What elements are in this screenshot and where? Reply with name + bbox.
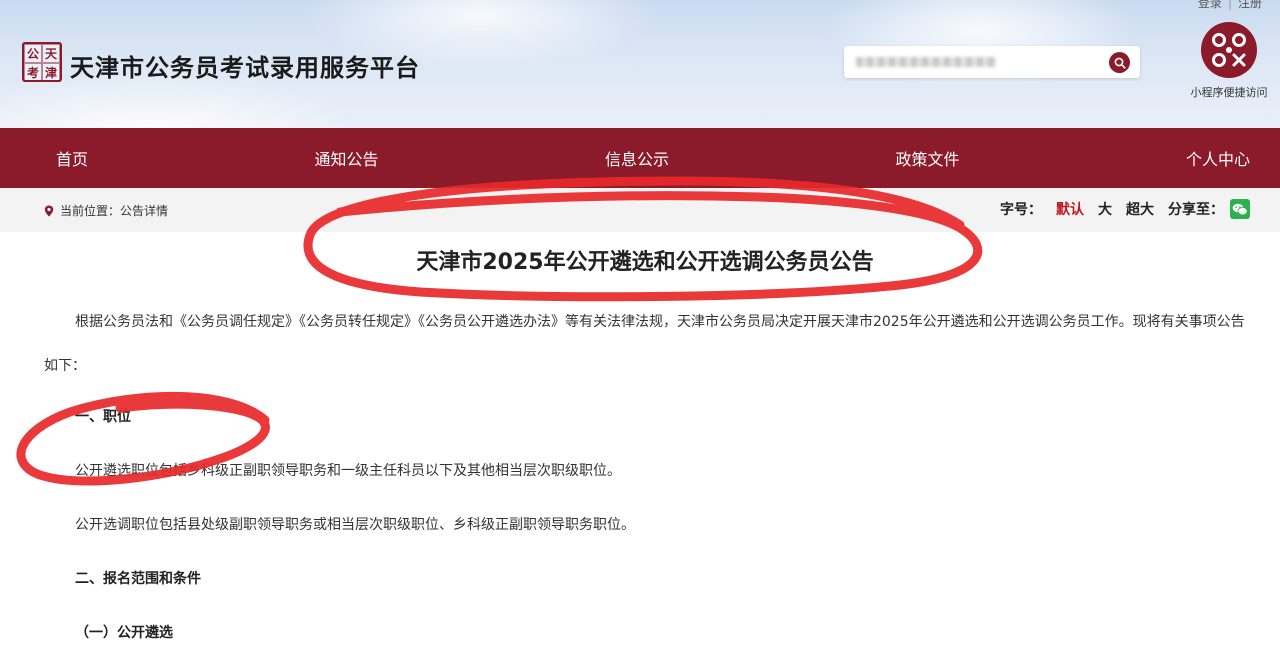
article-tools: 字号： 默认 大 超大 分享至： xyxy=(1000,199,1250,219)
mini-program-icon xyxy=(1201,22,1257,78)
site-logo[interactable]: 公 天 考 津 xyxy=(22,42,62,82)
section-heading: 二、报名范围和条件 xyxy=(75,571,201,587)
location-pin-icon xyxy=(44,205,54,216)
search-button[interactable] xyxy=(1109,52,1130,73)
subsection-heading: （一）公开遴选 xyxy=(75,625,173,641)
nav-item-notices[interactable]: 通知公告 xyxy=(314,146,378,170)
nav-item-personal-center[interactable]: 个人中心 xyxy=(1186,146,1250,170)
login-link[interactable]: 登录 xyxy=(1198,0,1222,10)
main-nav: 首页 通知公告 信息公示 政策文件 个人中心 xyxy=(0,128,1280,188)
font-size-label: 字号： xyxy=(1000,202,1042,218)
search-icon xyxy=(1114,57,1126,69)
nav-item-policy[interactable]: 政策文件 xyxy=(895,146,959,170)
logo-char: 考 xyxy=(24,63,42,82)
font-size-default-button[interactable]: 默认 xyxy=(1056,199,1084,219)
breadcrumb-text: 当前位置：公告详情 xyxy=(60,204,169,218)
nav-item-publicity[interactable]: 信息公示 xyxy=(605,146,669,170)
font-size-xlarge-button[interactable]: 超大 xyxy=(1126,199,1154,219)
logo-char: 天 xyxy=(42,44,60,63)
mini-program-label: 小程序便捷访问 xyxy=(1190,86,1268,99)
article-intro: 根据公务员法和《公务员调任规定》《公务员转任规定》《公务员公开遴选办法》等有关法… xyxy=(44,314,1245,374)
logo-char: 津 xyxy=(42,63,60,82)
search-redacted-text xyxy=(856,57,996,67)
breadcrumb: 当前位置：公告详情 xyxy=(44,202,168,219)
site-title[interactable]: 天津市公务员考试录用服务平台 xyxy=(70,48,420,83)
article-paragraph: 公开遴选职位包括乡科级正副职领导职务和一级主任科员以下及其他相当层次职级职位。 xyxy=(75,463,621,479)
breadcrumb-bar: 当前位置：公告详情 字号： 默认 大 超大 分享至： xyxy=(0,188,1280,232)
mini-program-access[interactable]: 小程序便捷访问 xyxy=(1184,22,1274,100)
logo-char: 公 xyxy=(24,44,42,63)
site-header: 登录 | 注册 公 天 考 津 天津市公务员考试录用服务平台 小程序便捷访问 xyxy=(0,0,1280,128)
search-box xyxy=(844,46,1140,78)
register-link[interactable]: 注册 xyxy=(1238,0,1262,10)
article-paragraph: 公开选调职位包括县处级副职领导职务或相当层次职级职位、乡科级正副职领导职务职位。 xyxy=(75,517,635,533)
nav-item-home[interactable]: 首页 xyxy=(56,146,88,170)
section-heading: 一、职位 xyxy=(75,409,131,425)
wechat-share-icon[interactable] xyxy=(1230,199,1250,219)
font-size-large-button[interactable]: 大 xyxy=(1098,199,1112,219)
top-links: 登录 | 注册 xyxy=(1198,0,1262,11)
share-label: 分享至： xyxy=(1168,202,1224,218)
article-title: 天津市2025年公开遴选和公开选调公务员公告 xyxy=(416,250,874,275)
